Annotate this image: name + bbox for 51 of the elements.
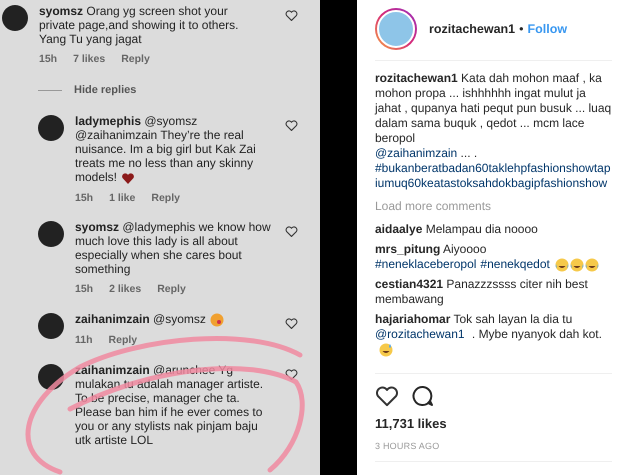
hashtag-link[interactable]: @rozitachewan1 [375,327,465,341]
comment-text: zaihanimzain @syomsz [75,312,275,327]
mention-link[interactable]: @zaihanimzain [375,146,458,160]
like-heart-icon[interactable] [285,9,298,22]
comment-text: aidaalye Melampau dia noooo [375,222,539,237]
comment-icon[interactable] [411,384,435,408]
like-heart-icon[interactable] [285,317,298,330]
likes-count[interactable]: 2 likes [109,282,142,298]
comment-text: mrs_pitung Aiyoooo #neneklaceberopol #nenekqedot [375,242,612,272]
profile-avatar[interactable] [375,8,417,50]
likes-count[interactable]: 7 likes [73,52,106,68]
avatar [38,115,64,142]
heart-emoji-icon [121,172,136,185]
avatar [38,221,64,248]
sweat-smile-emoji-icon [379,342,393,357]
likes-count: 11,731 likes [375,415,448,433]
post-caption: rozitachewan1 Kata dah mohon maaf , ka mohon propa ... ishhhhhh ingat mulut ja jahat , qupanya hati pequt pun busuk ... luaq dalam sama buquk , qedot ... mcm lace beropol [375,71,612,146]
comment-time: 11h [75,332,93,348]
hide-replies-link[interactable]: Hide replies [74,82,136,98]
hashtag-link[interactable]: #nenekqedot [480,257,550,271]
hashtag-link[interactable]: #neneklaceberopol [375,257,476,271]
like-heart-icon[interactable] [285,119,298,132]
reply-link[interactable]: Reply [157,282,186,298]
comment-text: hajariahomar Tok sah layan la dia tu @rozitachewan1 . Mybe nyanyok dah kot. [375,312,612,357]
load-more-comments-link[interactable]: Load more comments [375,197,612,215]
comment-time: 15h [75,282,94,298]
post-username[interactable]: rozitachewan1 [429,20,516,38]
comment-text: syomsz Orang yg screen shot your private page,and showing it to others. Yang Tu yang jagat [39,4,239,46]
avatar [38,313,64,340]
comment-time: 15h [75,190,94,206]
comment-text: ladymephis @syomsz @zaihanimzain They’re the real nuisance. Im a big girl but Kak Zai treats me no less than any skinny models! [75,114,257,185]
follow-link[interactable]: Follow [528,20,568,38]
reply-link[interactable]: Reply [151,190,180,206]
comment-text: cestian4321 Panazzzssss citer nih best membawang [375,277,589,307]
post-time: 3 HOURS AGO [375,440,612,462]
like-heart-icon[interactable] [375,384,399,408]
dot-separator: • [519,20,524,38]
avatar [2,5,28,31]
comment-time: 15h [39,52,58,67]
comment-text: syomsz @ladymephis we know how much love this lady is all about especially when she cares bout something [75,220,272,276]
laughing-tears-emoji-icon [570,258,584,272]
laughing-tears-emoji-icon [554,258,569,272]
laughing-tears-emoji-icon [584,258,599,272]
hashtag-link[interactable]: #bukanberatbadan60taklehpfashionshowtapiumuq60keatastoksahdokbagipfashionshow [375,161,612,191]
emoji-face-icon [210,312,224,327]
reply-link[interactable]: Reply [108,332,138,349]
caption-text: ... . [460,146,478,160]
like-heart-icon[interactable] [285,368,298,381]
reply-link[interactable]: Reply [121,52,150,68]
likes-count[interactable]: 1 like [109,190,136,206]
like-heart-icon[interactable] [285,225,298,238]
